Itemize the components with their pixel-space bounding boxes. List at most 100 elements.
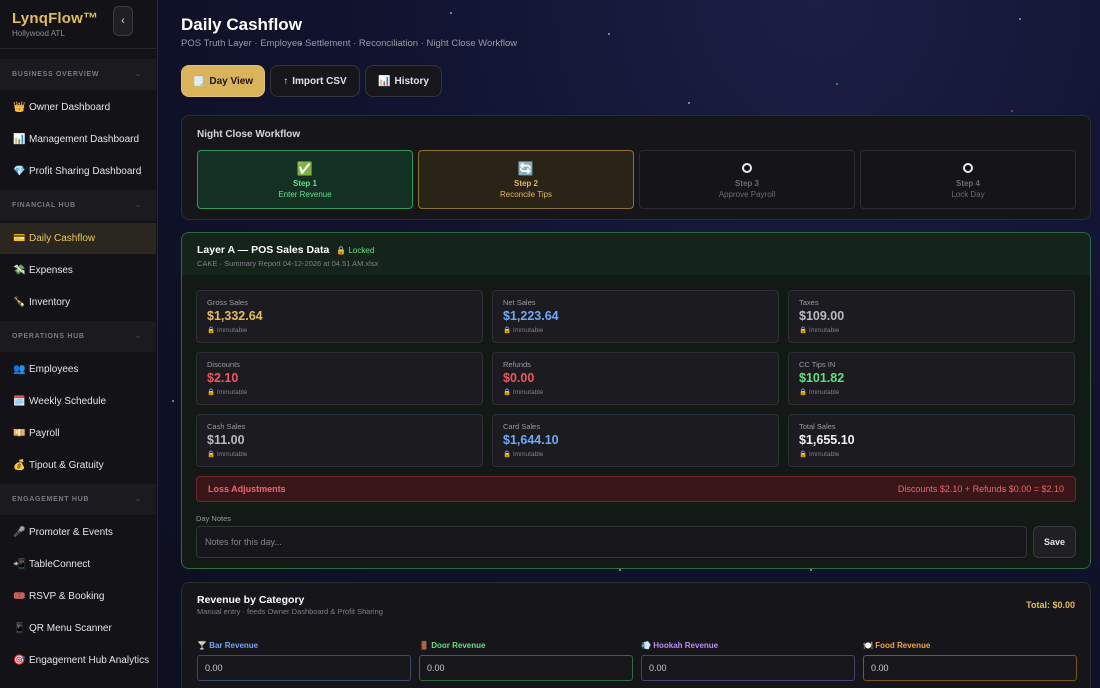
- metric-label: Total Sales: [799, 422, 836, 431]
- sidebar-item-daily-cashflow[interactable]: 💳 Daily Cashflow: [0, 223, 156, 254]
- section-operations-hub[interactable]: OPERATIONS HUB ⌄: [0, 321, 156, 352]
- lock-icon: 🔒: [503, 327, 512, 334]
- immutable-tag: 🔒 Immutable: [207, 451, 248, 458]
- revenue-title: Revenue by Category: [197, 594, 305, 606]
- metric-label: Taxes: [799, 298, 819, 307]
- workflow-step-lock-day[interactable]: Step 4 Lock Day: [860, 150, 1076, 209]
- workflow-step-reconcile-tips[interactable]: 🔄 Step 2 Reconcile Tips: [418, 150, 634, 209]
- sidebar-item-label: Expenses: [29, 265, 73, 276]
- immutable-tag: 🔒 Immutable: [503, 451, 544, 458]
- workflow-step-enter-revenue[interactable]: ✅ Step 1 Enter Revenue: [197, 150, 413, 209]
- bar-revenue-input[interactable]: [197, 655, 411, 681]
- collapse-sidebar-button[interactable]: ‹: [113, 6, 133, 36]
- section-engagement-hub[interactable]: ENGAGEMENT HUB ⌄: [0, 484, 156, 515]
- sidebar-item-engagement-hub-analytics[interactable]: 🎯 Engagement Hub Analytics: [0, 645, 156, 676]
- door-revenue-label: 🚪 Door Revenue: [419, 641, 486, 650]
- sidebar-item-weekly-schedule[interactable]: 🗓️ Weekly Schedule: [0, 386, 156, 417]
- pos-title: Layer A — POS Sales Data: [197, 244, 330, 256]
- refresh-icon: 🔄: [517, 161, 535, 176]
- sidebar-item-employees[interactable]: 👥 Employees: [0, 354, 156, 385]
- immutable-tag: 🔒 Immutable: [799, 389, 840, 396]
- section-business-overview[interactable]: BUSINESS OVERVIEW ⌄: [0, 59, 156, 90]
- sidebar-item-profit-sharing-dashboard[interactable]: 💎 Profit Sharing Dashboard: [0, 156, 156, 187]
- metric-value: $1,332.64: [207, 309, 263, 323]
- revenue-total: Total: $0.00: [1026, 600, 1075, 610]
- metric-value: $2.10: [207, 371, 239, 385]
- sidebar-item-label: Profit Sharing Dashboard: [29, 166, 142, 177]
- divider: [0, 48, 158, 49]
- metric-label: Cash Sales: [207, 422, 246, 431]
- section-financial-hub[interactable]: FINANCIAL HUB ⌄: [0, 190, 156, 221]
- day-notes-input[interactable]: [196, 526, 1027, 558]
- door-revenue-input[interactable]: [419, 655, 633, 681]
- metric-value: $101.82: [799, 371, 845, 385]
- tab-day-view[interactable]: 🗒️ Day View: [181, 65, 265, 97]
- people-icon: 👥: [13, 364, 26, 375]
- revenue-by-category-card: Revenue by Category Manual entry · feeds…: [181, 582, 1091, 688]
- sidebar-item-owner-dashboard[interactable]: 👑 Owner Dashboard: [0, 92, 156, 123]
- lock-icon: 🔒: [799, 389, 808, 396]
- workflow-title: Night Close Workflow: [197, 129, 301, 140]
- metric-value: $0.00: [503, 371, 535, 385]
- sidebar-item-tipout-gratuity[interactable]: 💰 Tipout & Gratuity: [0, 450, 156, 481]
- sidebar-item-label: Inventory: [29, 297, 71, 308]
- locked-label: Locked: [348, 245, 375, 255]
- step-number: Step 1: [292, 179, 317, 188]
- sidebar-item-inventory[interactable]: 🍾 Inventory: [0, 287, 156, 318]
- step-number: Step 4: [955, 179, 980, 188]
- immutable-tag: 🔒 Immutable: [207, 327, 248, 334]
- metric-total-sales: Total Sales $1,655.10 🔒 Immutable: [788, 414, 1075, 467]
- bottle-icon: 🍾: [13, 297, 26, 308]
- metric-value: $1,644.10: [503, 433, 559, 447]
- locked-badge: 🔒 Locked: [336, 246, 374, 255]
- section-title: OPERATIONS HUB: [12, 333, 85, 340]
- sidebar: LynqFlow™ Hollywood ATL ‹ BUSINESS OVERV…: [0, 0, 158, 688]
- banknote-icon: 💴: [13, 428, 26, 439]
- sidebar-item-label: TableConnect: [29, 559, 91, 570]
- revenue-subtitle: Manual entry · feeds Owner Dashboard & P…: [197, 607, 383, 616]
- sidebar-item-payroll[interactable]: 💴 Payroll: [0, 418, 156, 449]
- sidebar-item-tableconnect[interactable]: 📲 TableConnect: [0, 549, 156, 580]
- sidebar-item-rsvp-booking[interactable]: 🎟️ RSVP & Booking: [0, 581, 156, 612]
- notepad-icon: 🗒️: [192, 75, 206, 87]
- door-icon: 🚪: [419, 641, 429, 650]
- lock-icon: 🔒: [207, 327, 216, 334]
- sidebar-item-management-dashboard[interactable]: 📊 Management Dashboard: [0, 124, 156, 155]
- pos-title-row: Layer A — POS Sales Data 🔒 Locked: [197, 244, 374, 256]
- step-label: Enter Revenue: [278, 190, 332, 199]
- tab-label: Import CSV: [292, 75, 347, 87]
- metric-cc-tips-in: CC Tips IN $101.82 🔒 Immutable: [788, 352, 1075, 405]
- sidebar-item-qr-menu-scanner[interactable]: 📱 QR Menu Scanner: [0, 613, 156, 644]
- immutable-tag: 🔒 Immutable: [503, 327, 544, 334]
- food-revenue-input[interactable]: [863, 655, 1077, 681]
- ticket-icon: 🎟️: [13, 591, 26, 602]
- workflow-step-approve-payroll[interactable]: Step 3 Approve Payroll: [639, 150, 855, 209]
- metric-label: Discounts: [207, 360, 240, 369]
- pos-sales-data-card: Layer A — POS Sales Data 🔒 Locked CAKE ·…: [181, 232, 1091, 569]
- metric-value: $1,223.64: [503, 309, 559, 323]
- metric-value: $109.00: [799, 309, 845, 323]
- lock-icon: 🔒: [336, 245, 347, 255]
- lock-icon: 🔒: [503, 389, 512, 396]
- sidebar-item-label: Daily Cashflow: [29, 233, 96, 244]
- circle-icon: [963, 160, 973, 177]
- page-title: Daily Cashflow: [181, 15, 302, 34]
- tab-import-csv[interactable]: ↑ Import CSV: [270, 65, 360, 97]
- metric-gross-sales: Gross Sales $1,332.64 🔒 Immutable: [196, 290, 483, 343]
- brand-name: LynqFlow™: [12, 10, 99, 27]
- tab-history[interactable]: 📊 History: [365, 65, 442, 97]
- brand: LynqFlow™ Hollywood ATL: [12, 10, 98, 38]
- chevron-down-icon: ⌄: [134, 494, 142, 503]
- money-wings-icon: 💸: [13, 265, 26, 276]
- cocktail-icon: 🍸: [197, 641, 207, 650]
- save-notes-button[interactable]: Save: [1033, 526, 1076, 558]
- crown-icon: 👑: [13, 102, 26, 113]
- step-number: Step 2: [513, 179, 538, 188]
- section-title: FINANCIAL HUB: [12, 202, 76, 209]
- metric-net-sales: Net Sales $1,223.64 🔒 Immutable: [492, 290, 779, 343]
- hookah-revenue-input[interactable]: [641, 655, 855, 681]
- immutable-tag: 🔒 Immutable: [799, 451, 840, 458]
- sidebar-item-expenses[interactable]: 💸 Expenses: [0, 255, 156, 286]
- section-title: ENGAGEMENT HUB: [12, 496, 90, 503]
- sidebar-item-promoter-events[interactable]: 🎤 Promoter & Events: [0, 517, 156, 548]
